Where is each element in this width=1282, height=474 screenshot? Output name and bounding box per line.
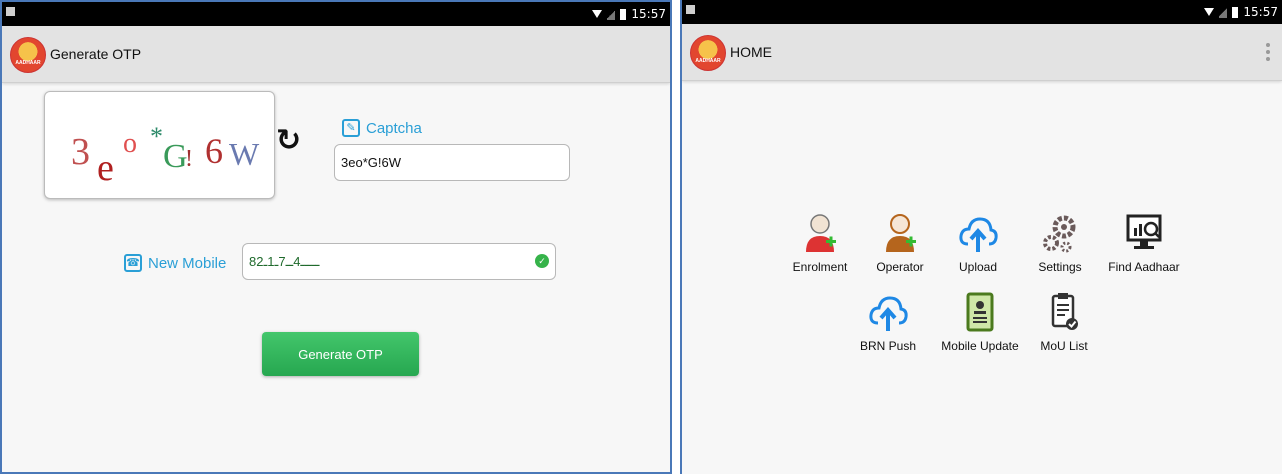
- home-item-label: BRN Push: [859, 339, 917, 353]
- captcha-input-value: 3eo*G!6W: [341, 155, 401, 170]
- home-item-mobile-update[interactable]: Mobile Update: [936, 291, 1024, 353]
- app-bar: AADHAAR HOME: [682, 24, 1282, 81]
- enrolment-person-icon: [800, 212, 840, 254]
- mobile-input-value: 8ـــــ4ــ7ـ1ـ2: [249, 253, 320, 269]
- page-title: Generate OTP: [50, 46, 142, 62]
- aadhaar-logo: AADHAAR: [690, 35, 726, 71]
- captcha-char: *: [150, 122, 163, 151]
- cloud-upload-icon: [958, 212, 998, 254]
- mobile-id-card-icon: [960, 291, 1000, 333]
- monitor-search-icon: [1124, 212, 1164, 254]
- mobile-input[interactable]: 8ـــــ4ــ7ـ1ـ2 ✓: [242, 243, 556, 280]
- home-item-find-aadhaar[interactable]: Find Aadhaar: [1102, 212, 1186, 274]
- signal-icon: [1219, 6, 1228, 18]
- battery-icon: [620, 8, 627, 20]
- home-item-brn-push[interactable]: BRN Push: [846, 291, 930, 353]
- home-item-label: Mobile Update: [941, 339, 1019, 353]
- home-item-label: Enrolment: [792, 260, 848, 274]
- mobile-label-text: New Mobile: [148, 254, 227, 272]
- captcha-char: W: [229, 136, 260, 172]
- generate-otp-screen: 15:57 AADHAAR Generate OTP 3 e o * G ! 6…: [0, 0, 672, 474]
- captcha-label-text: Captcha: [366, 119, 422, 137]
- phone-icon: ☎: [124, 254, 142, 272]
- gears-icon: [1040, 212, 1080, 254]
- check-icon: ✓: [535, 254, 549, 268]
- home-item-label: Find Aadhaar: [1108, 260, 1180, 274]
- home-item-settings[interactable]: Settings: [1018, 212, 1102, 274]
- battery-icon: [1232, 6, 1239, 18]
- generate-otp-button[interactable]: Generate OTP: [262, 332, 419, 376]
- wifi-icon: [592, 10, 603, 18]
- edit-icon: ✎: [342, 119, 360, 137]
- cloud-upload-icon: [868, 291, 908, 333]
- captcha-char: e: [97, 147, 114, 189]
- status-time: 15:57: [1243, 5, 1278, 19]
- mobile-label: ☎ New Mobile: [124, 254, 226, 272]
- captcha-image: 3 e o * G ! 6 W: [44, 91, 275, 199]
- logo-text: AADHAAR: [695, 58, 721, 64]
- logo-text: AADHAAR: [15, 60, 41, 66]
- clipboard-check-icon: [1044, 291, 1084, 333]
- home-item-operator[interactable]: Operator: [858, 212, 942, 274]
- home-screen: 15:57 AADHAAR HOME Enrolment Operator Up…: [680, 0, 1282, 474]
- home-item-label: MoU List: [1040, 339, 1088, 353]
- captcha-char: !: [185, 146, 193, 172]
- notification-icon: [686, 5, 695, 14]
- captcha-label: ✎ Captcha: [342, 119, 422, 137]
- status-time: 15:57: [631, 7, 666, 21]
- page-title: HOME: [730, 44, 772, 60]
- captcha-char: 6: [205, 131, 223, 171]
- refresh-captcha-icon[interactable]: ↻: [276, 123, 301, 158]
- home-item-mou-list[interactable]: MoU List: [1022, 291, 1106, 353]
- operator-person-icon: [880, 212, 920, 254]
- home-item-label: Settings: [1038, 260, 1082, 274]
- home-item-upload[interactable]: Upload: [936, 212, 1020, 274]
- home-item-label: Upload: [958, 260, 998, 274]
- aadhaar-logo: AADHAAR: [10, 37, 46, 73]
- captcha-input[interactable]: 3eo*G!6W: [334, 144, 570, 181]
- captcha-char: o: [123, 128, 137, 159]
- home-item-enrolment[interactable]: Enrolment: [778, 212, 862, 274]
- signal-icon: [607, 8, 616, 20]
- overflow-menu-icon[interactable]: [1266, 43, 1270, 61]
- captcha-char: G: [163, 138, 188, 175]
- app-bar: AADHAAR Generate OTP: [2, 26, 670, 83]
- status-bar: 15:57: [682, 0, 1282, 24]
- wifi-icon: [1204, 8, 1215, 16]
- home-item-label: Operator: [876, 260, 924, 274]
- status-bar: 15:57: [2, 2, 670, 26]
- notification-icon: [6, 7, 15, 16]
- captcha-char: 3: [71, 131, 90, 173]
